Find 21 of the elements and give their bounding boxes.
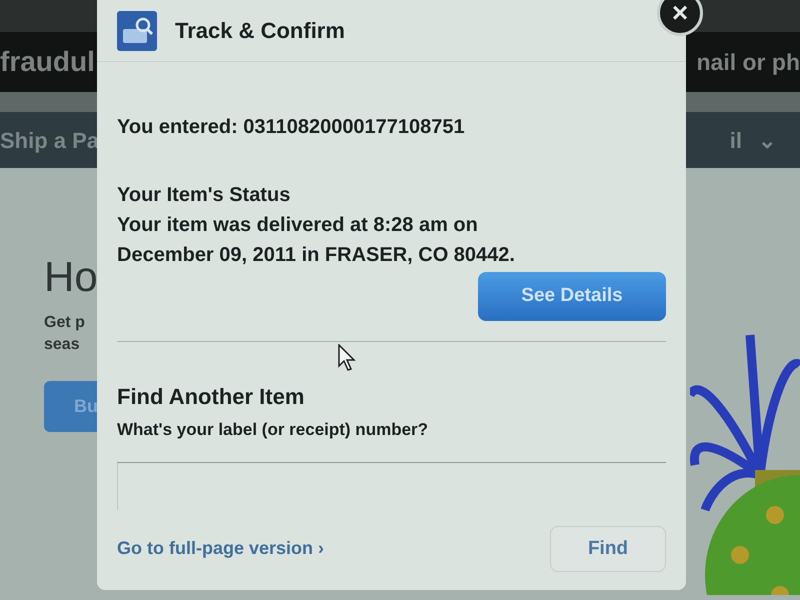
status-heading: Your Item's Status: [117, 183, 292, 208]
package-search-icon: [117, 10, 157, 50]
dialog-title: Track & Confirm: [175, 17, 345, 45]
status-text: December 09, 2011 in FRASER, CO 80442.: [117, 243, 516, 268]
nav-item[interactable]: Ship a Pa: [0, 124, 100, 156]
nav-item[interactable]: il: [730, 124, 742, 156]
banner-text: fraudul: [0, 45, 95, 79]
cursor-icon: [338, 344, 358, 372]
see-details-button[interactable]: See Details: [478, 272, 666, 320]
find-button[interactable]: Find: [550, 526, 666, 572]
hero-heading: Ho: [44, 256, 97, 298]
caret-icon[interactable]: ⌄: [758, 124, 776, 156]
banner-text: nail or ph: [696, 48, 800, 77]
hero-text: seas: [44, 335, 81, 356]
status-text: Your item was delivered at 8:28 am on: [117, 213, 479, 238]
field-label: What's your label (or receipt) number?: [117, 418, 430, 440]
hero-text: Get p: [44, 313, 86, 333]
section-heading: Find Another Item: [117, 382, 306, 410]
entered-number-text: You entered: 03110820000177108751: [117, 115, 466, 140]
hero-button[interactable]: Bu: [44, 380, 97, 432]
full-page-link[interactable]: Go to full-page version ›: [117, 535, 324, 562]
